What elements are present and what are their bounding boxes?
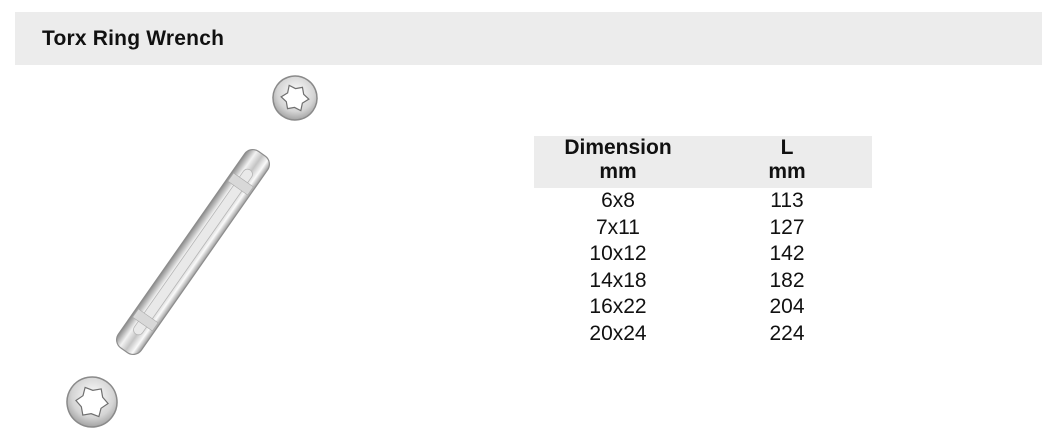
dimension-cell: 20x24 bbox=[589, 321, 647, 345]
length-cell: 113 bbox=[770, 189, 804, 212]
length-cell: 204 bbox=[769, 295, 805, 318]
column-header-label: L bbox=[780, 136, 794, 159]
table-row: 14x18 182 bbox=[534, 268, 872, 295]
column-header-label: Dimension bbox=[564, 136, 672, 159]
dimension-cell: 10x12 bbox=[589, 242, 647, 265]
title-bar: Torx Ring Wrench bbox=[15, 12, 1042, 65]
table-row: 20x24 224 bbox=[534, 321, 872, 348]
length-cell: 142 bbox=[769, 242, 805, 265]
column-header-unit: mm bbox=[768, 160, 806, 183]
table-row: 7x11 127 bbox=[534, 215, 872, 242]
dimension-cell: 6x8 bbox=[601, 189, 635, 212]
column-header-dimension: Dimension mm bbox=[534, 136, 702, 188]
length-cell: 127 bbox=[769, 215, 805, 239]
dimension-cell: 16x22 bbox=[589, 295, 647, 318]
length-cell: 182 bbox=[769, 268, 805, 292]
length-cell: 224 bbox=[769, 321, 805, 345]
table-row: 6x8 113 bbox=[534, 188, 872, 215]
double-ring-wrench-icon bbox=[66, 75, 318, 428]
wrench-product-image bbox=[40, 70, 340, 435]
dimension-table: Dimension mm L mm 6x8 113 7x11 127 10x12… bbox=[534, 136, 872, 347]
dimension-cell: 14x18 bbox=[589, 268, 647, 292]
page-title: Torx Ring Wrench bbox=[42, 27, 225, 50]
column-header-length: L mm bbox=[702, 136, 872, 188]
table-header-row: Dimension mm L mm bbox=[534, 136, 872, 188]
table-row: 16x22 204 bbox=[534, 294, 872, 321]
table-row: 10x12 142 bbox=[534, 241, 872, 268]
column-header-unit: mm bbox=[599, 160, 637, 183]
dimension-cell: 7x11 bbox=[596, 215, 640, 239]
